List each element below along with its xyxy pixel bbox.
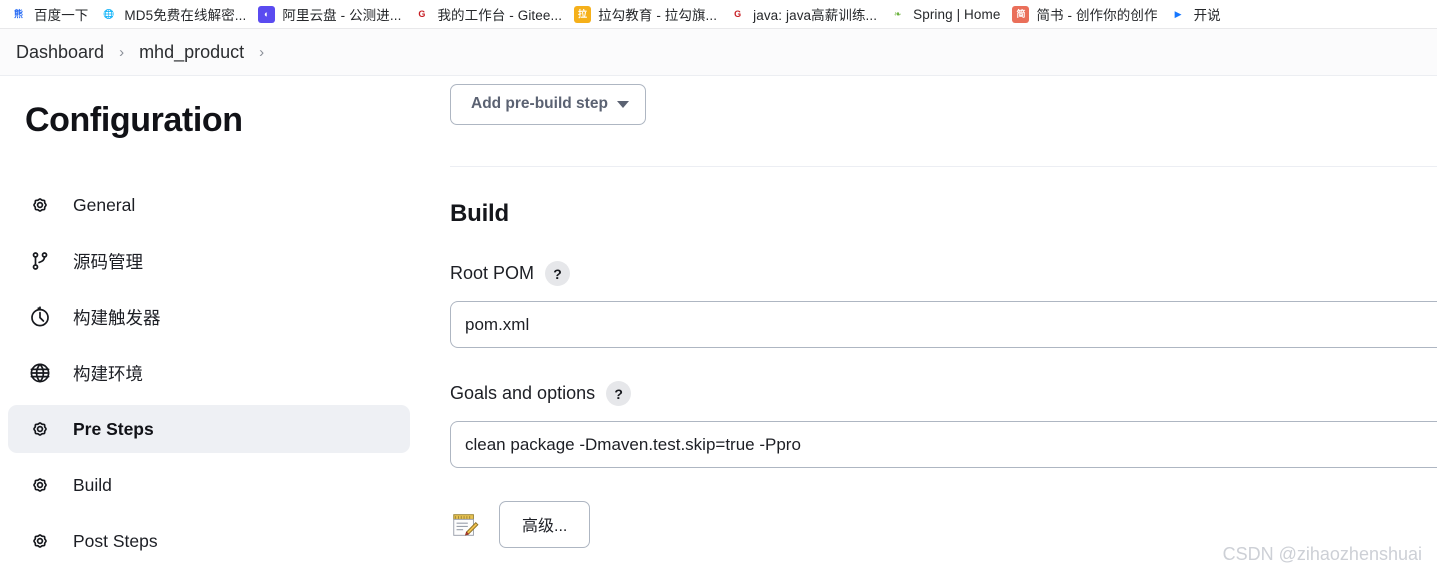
- root-pom-label-row: Root POM ?: [450, 261, 1437, 286]
- breadcrumb: Dashboard › mhd_product ›: [0, 29, 1437, 76]
- bookmark-label: java: java高薪训练...: [753, 8, 878, 23]
- bookmark-item[interactable]: ▶ 开说: [1166, 2, 1229, 26]
- advanced-row: 高级...: [450, 501, 1437, 548]
- add-prebuild-step-label: Add pre-build step: [471, 95, 608, 112]
- breadcrumb-separator-icon: ›: [119, 43, 125, 61]
- globe-icon: 🌐: [100, 5, 118, 23]
- root-pom-input[interactable]: [450, 301, 1437, 348]
- jianshu-icon: 简: [1012, 5, 1030, 23]
- gitee-icon-2: G: [729, 5, 747, 23]
- bookmark-label: 阿里云盘 - 公测进...: [282, 8, 402, 23]
- clock-icon: [27, 304, 53, 330]
- bookmark-item[interactable]: 🌐 MD5免费在线解密...: [96, 2, 254, 26]
- sidebar-item-general[interactable]: General: [8, 181, 410, 229]
- goals-and-options-label: Goals and options: [450, 383, 596, 403]
- watermark: CSDN @zihaozhenshuai: [1222, 544, 1422, 564]
- gitee-icon: G: [413, 5, 431, 23]
- sidebar-item-label: 构建环境: [73, 363, 143, 384]
- sidebar-item-label: Post Steps: [73, 530, 158, 551]
- root-pom-label: Root POM: [450, 263, 535, 283]
- notepad-pencil-icon: [450, 510, 480, 540]
- sidebar-item-label: Build: [73, 474, 112, 495]
- section-divider: [450, 166, 1437, 167]
- main-content: Add pre-build step Build Root POM ? Goal…: [440, 76, 1437, 573]
- bookmark-item[interactable]: 拉拉勾教育 - 拉勾旗...: [570, 2, 725, 26]
- bookmark-item[interactable]: G 我的工作台 - Gitee...: [409, 2, 570, 26]
- gear-icon: [27, 528, 53, 554]
- bookmark-label: 拉勾教育 - 拉勾旗...: [598, 8, 718, 23]
- sidebar-item-pre-steps[interactable]: Pre Steps: [8, 405, 410, 453]
- bookmark-label: MD5免费在线解密...: [124, 8, 247, 23]
- bookmark-item[interactable]: ◐ 阿里云盘 - 公测进...: [254, 2, 409, 26]
- bookmark-item[interactable]: ❧ Spring | Home: [885, 2, 1008, 26]
- browser-bookmark-bar: 熊百度一下 🌐 MD5免费在线解密... ◐ 阿里云盘 - 公测进... G 我的工作台 -…: [0, 0, 1437, 29]
- advanced-button[interactable]: 高级...: [499, 501, 591, 548]
- build-section-heading: Build: [450, 200, 509, 227]
- gear-icon: [27, 192, 53, 218]
- sidebar-item-构建环境[interactable]: 构建环境: [8, 349, 410, 397]
- page-body: Configuration General 源码管理构建触发器构建环境 Pre St…: [0, 76, 1437, 573]
- page-title: Configuration: [25, 101, 243, 139]
- goals-label-row: Goals and options ?: [450, 381, 1437, 406]
- help-icon-root-pom[interactable]: ?: [545, 261, 571, 286]
- breadcrumb-item-dashboard[interactable]: Dashboard: [8, 42, 112, 63]
- sidebar-item-label: 源码管理: [73, 251, 143, 272]
- sidebar-item-label: 构建触发器: [73, 307, 161, 328]
- baidu-icon: 熊: [10, 5, 27, 23]
- bookmark-item[interactable]: 熊百度一下: [6, 2, 96, 26]
- bookmark-label: Spring | Home: [913, 6, 1001, 22]
- kaiyuan-icon: ▶: [1169, 5, 1187, 23]
- bookmark-item[interactable]: Gjava: java高薪训练...: [725, 2, 885, 26]
- bookmark-label: 百度一下: [34, 8, 89, 23]
- bookmark-label: 我的工作台 - Gitee...: [437, 8, 563, 23]
- bookmark-label: 简书 - 创作你的创作: [1036, 8, 1158, 23]
- sidebar-nav: General 源码管理构建触发器构建环境 Pre Steps Build Post S…: [0, 181, 440, 565]
- sidebar-item-label: Pre Steps: [73, 418, 154, 439]
- aliyun-icon: ◐: [258, 5, 276, 23]
- lagou-icon: 拉: [574, 5, 592, 23]
- breadcrumb-item-mhd-product[interactable]: mhd_product: [131, 42, 252, 63]
- gear-icon: [27, 416, 53, 442]
- configuration-sidebar: Configuration General 源码管理构建触发器构建环境 Pre St…: [0, 76, 440, 573]
- git-branch-icon: [27, 248, 53, 274]
- bookmark-item[interactable]: 简简书 - 创作你的创作: [1008, 2, 1165, 26]
- sidebar-item-label: General: [73, 194, 136, 215]
- add-prebuild-step-row: Add pre-build step: [450, 76, 1437, 125]
- gear-icon: [27, 472, 53, 498]
- chevron-down-icon: [616, 100, 629, 108]
- goals-and-options-input[interactable]: [450, 421, 1437, 468]
- sidebar-item-构建触发器[interactable]: 构建触发器: [8, 293, 410, 341]
- sidebar-item-源码管理[interactable]: 源码管理: [8, 237, 410, 285]
- sidebar-item-post-steps[interactable]: Post Steps: [8, 517, 410, 565]
- globe-icon: [27, 360, 53, 386]
- sidebar-item-build[interactable]: Build: [8, 461, 410, 509]
- help-icon-goals-and-options[interactable]: ?: [606, 381, 632, 406]
- breadcrumb-separator-icon-2: ›: [259, 43, 265, 61]
- add-prebuild-step-button[interactable]: Add pre-build step: [450, 84, 646, 125]
- spring-icon: ❧: [889, 5, 907, 23]
- bookmark-label: 开说: [1193, 8, 1221, 23]
